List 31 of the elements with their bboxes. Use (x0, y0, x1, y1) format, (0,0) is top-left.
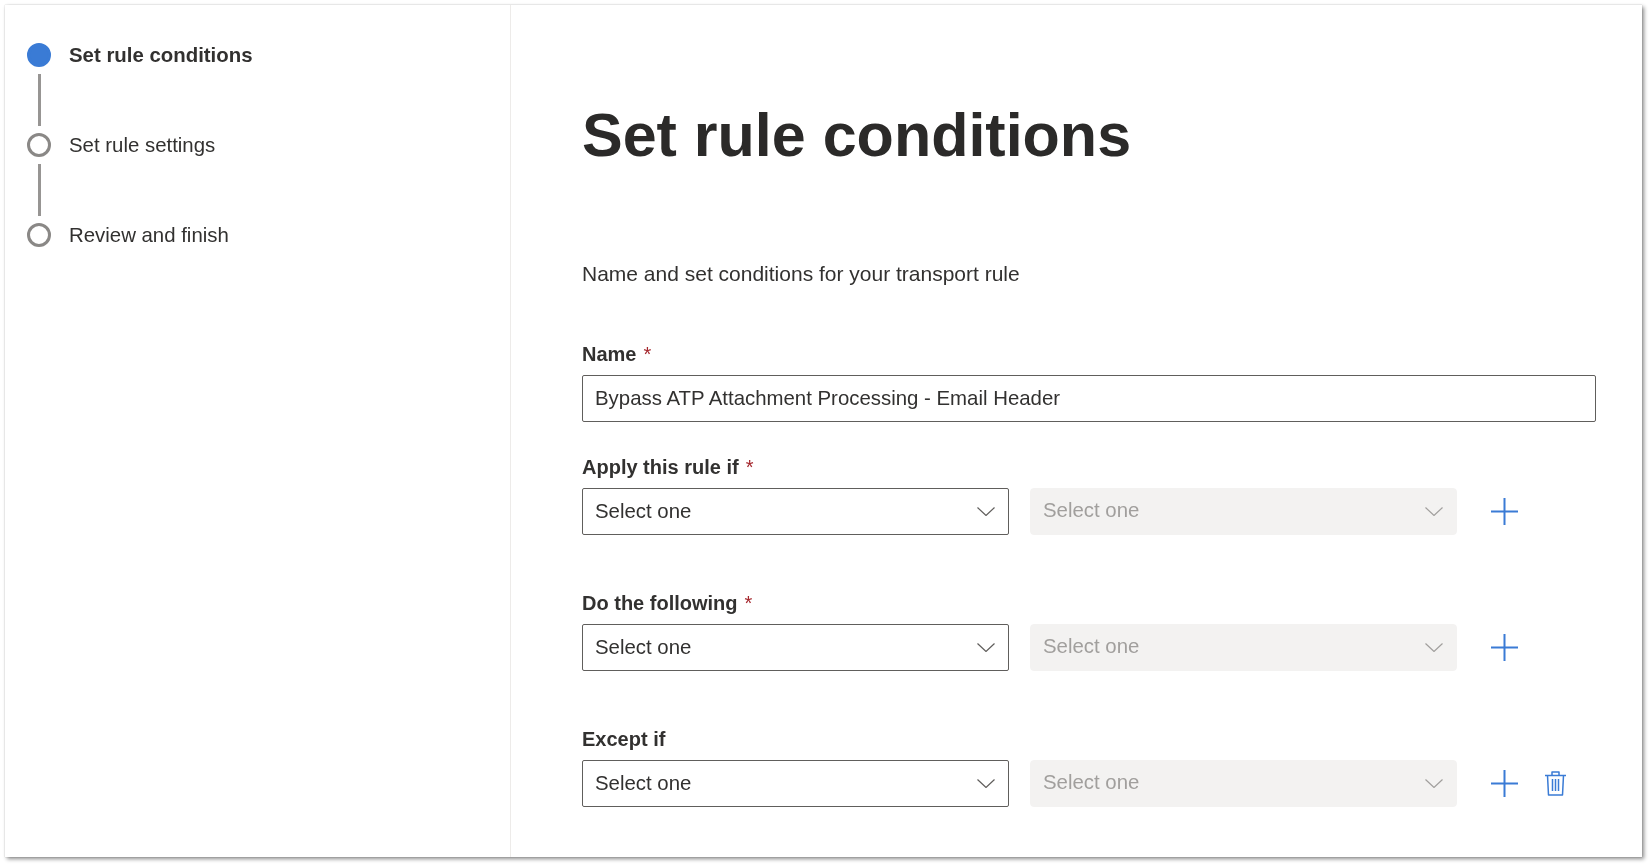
chevron-down-icon (1425, 643, 1443, 652)
name-input[interactable]: Bypass ATP Attachment Processing - Email Header (582, 375, 1596, 422)
step-connector (37, 164, 41, 216)
step-connector (37, 74, 41, 126)
field-label: Do the following (582, 591, 738, 616)
field-label: Apply this rule if (582, 455, 739, 480)
page-title: Set rule conditions (582, 100, 1132, 171)
trash-icon (1545, 771, 1566, 796)
field-label: Except if (582, 727, 666, 752)
plus-icon (1491, 634, 1518, 661)
chevron-down-icon (1425, 507, 1443, 516)
chevron-down-icon (977, 507, 995, 516)
field-label: Name (582, 342, 637, 367)
required-asterisk: * (745, 455, 754, 480)
step-circle-icon (27, 43, 51, 67)
dropdown[interactable]: Select one (582, 624, 1009, 671)
dropdown[interactable]: Select one (582, 488, 1009, 535)
step-circle-icon (27, 133, 51, 157)
plus-icon (1491, 770, 1518, 797)
chevron-down-icon (977, 779, 995, 788)
required-asterisk: * (643, 342, 652, 367)
step-circle-icon (27, 223, 51, 247)
wizard-step[interactable]: Set rule settings (27, 133, 216, 157)
required-asterisk: * (744, 591, 753, 616)
page-description: Name and set conditions for your transport rule (582, 261, 1020, 287)
chevron-down-icon (1425, 779, 1443, 788)
wizard-step[interactable]: Set rule conditions (27, 43, 253, 67)
plus-icon (1491, 498, 1518, 525)
dropdown[interactable]: Select one (582, 760, 1009, 807)
wizard-step[interactable]: Review and finish (27, 223, 229, 247)
chevron-down-icon (977, 643, 995, 652)
